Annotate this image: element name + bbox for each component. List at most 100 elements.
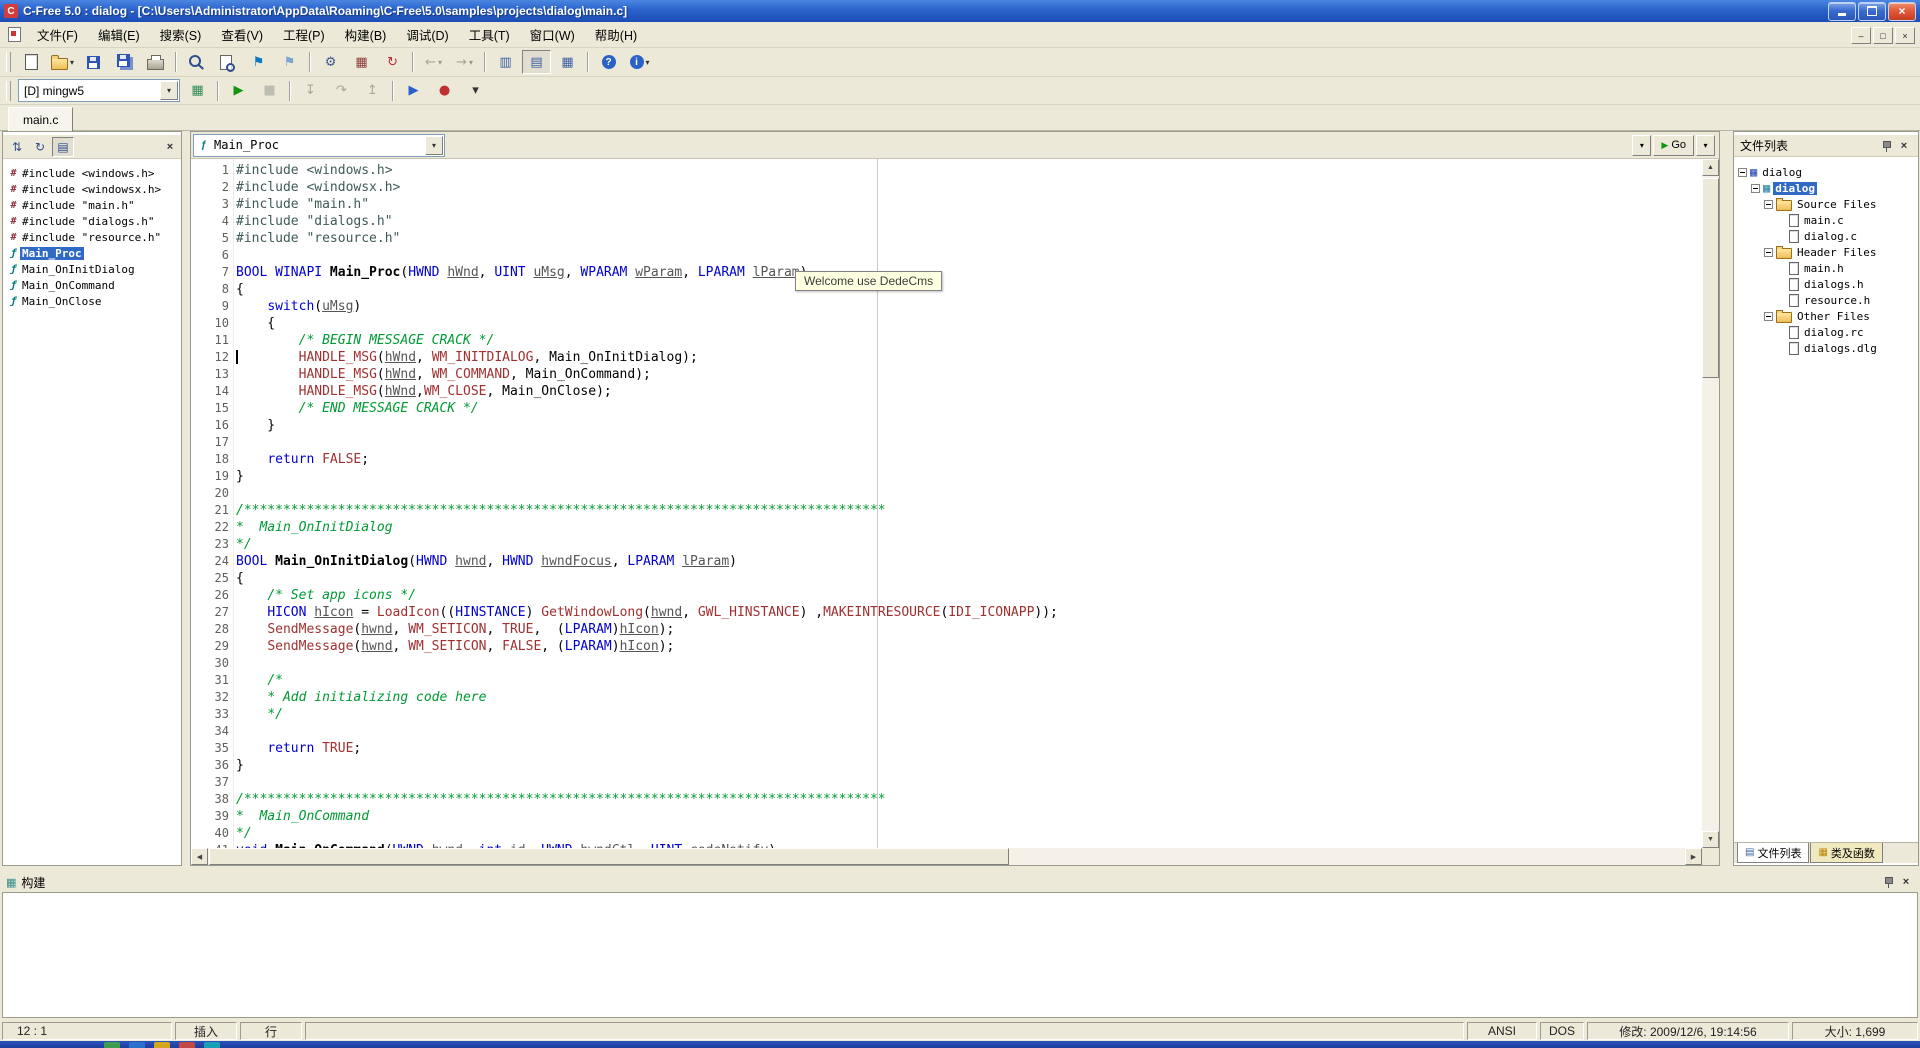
tree-item[interactable]: dialog.rc [1734,324,1918,340]
rebuild-all-button[interactable]: ↻ [378,50,407,74]
tree-item[interactable]: Other Files [1734,308,1918,324]
tree-item[interactable]: main.c [1734,212,1918,228]
symbol-item[interactable]: ##include <windows.h> [3,165,181,181]
build-config-combo[interactable]: [D] mingw5▾ [18,79,180,102]
file-panel-close-button[interactable]: × [1896,138,1912,153]
mdi-restore-button[interactable]: □ [1873,27,1893,44]
toggle-files-panel-button[interactable]: ▤ [522,50,551,74]
symbol-list[interactable]: ##include <windows.h>##include <windowsx… [3,165,181,865]
tree-item[interactable]: main.h [1734,260,1918,276]
open-file-button[interactable]: ▾ [48,50,77,74]
tree-item[interactable]: resource.h [1734,292,1918,308]
tab-main.c[interactable]: main.c [8,107,73,131]
compile-button[interactable]: ⚙ [316,50,345,74]
step-out-button[interactable]: ↥ [358,79,387,103]
expander-icon[interactable] [1751,184,1760,193]
expander-icon[interactable] [1764,312,1773,321]
mdi-minimize-button[interactable]: – [1851,27,1871,44]
pin-icon[interactable] [1882,140,1892,152]
build-panel-close-button[interactable]: × [1898,875,1914,890]
tree-item[interactable]: dialog.c [1734,228,1918,244]
windows-taskbar[interactable] [0,1041,1920,1048]
scroll-right-icon[interactable]: ▶ [1685,848,1702,865]
horizontal-scrollbar[interactable]: ◀ ▶ [191,848,1702,865]
right-splitter[interactable] [1721,131,1732,866]
build-output[interactable] [2,892,1918,1018]
taskbar-icon[interactable] [104,1042,120,1048]
minimize-button[interactable] [1828,2,1856,21]
find-button[interactable] [182,50,211,74]
vertical-scroll-thumb[interactable] [1702,178,1719,378]
start-debug-button[interactable]: ▶ [399,79,428,103]
menu-item[interactable]: 编辑(E) [88,22,150,47]
symbol-dropdown-button[interactable]: ▾ [1632,135,1651,156]
pin-icon[interactable] [1884,876,1894,888]
symbol-item[interactable]: ƒMain_OnInitDialog [3,261,181,277]
find-in-files-button[interactable] [213,50,242,74]
toggle-symbols-panel-button[interactable]: ▥ [491,50,520,74]
new-file-button[interactable] [17,50,46,74]
panel-tab-files[interactable]: ▤文件列表 [1737,843,1809,863]
next-bookmark-button[interactable]: ⚑ [275,50,304,74]
mdi-child-icon[interactable] [8,27,21,42]
symbol-item[interactable]: ##include <windowsx.h> [3,181,181,197]
about-button[interactable]: i▾ [625,50,654,74]
tree-item[interactable]: dialogs.dlg [1734,340,1918,356]
menu-item[interactable]: 工程(P) [273,22,335,47]
save-button[interactable] [79,50,108,74]
step-over-button[interactable]: ↷ [327,79,356,103]
menu-item[interactable]: 窗口(W) [520,22,585,47]
tree-item[interactable]: dialogs.h [1734,276,1918,292]
symbol-item[interactable]: ƒMain_Proc [3,245,181,261]
taskbar-icon[interactable] [179,1042,195,1048]
symbol-item[interactable]: ƒMain_OnClose [3,293,181,309]
maximize-button[interactable] [1858,2,1886,21]
step-into-button[interactable]: ↧ [296,79,325,103]
function-combo[interactable]: ƒ Main_Proc ▾ [193,134,445,157]
horizontal-scroll-thumb[interactable] [209,848,1009,865]
menu-item[interactable]: 查看(V) [211,22,273,47]
symbol-item[interactable]: ##include "resource.h" [3,229,181,245]
tree-item[interactable]: ▦dialog [1734,164,1918,180]
toggle-output-panel-button[interactable]: ▦ [553,50,582,74]
scroll-down-icon[interactable]: ▼ [1702,831,1719,848]
panel-tab-classes[interactable]: ▦类及函数 [1810,843,1882,863]
print-button[interactable] [141,50,170,74]
symbols-refresh-button[interactable]: ↻ [29,137,51,157]
menu-item[interactable]: 工具(T) [459,22,520,47]
vertical-scrollbar[interactable]: ▲ ▼ [1702,159,1719,848]
expander-icon[interactable] [1764,248,1773,257]
menu-item[interactable]: 文件(F) [27,22,88,47]
nav-back-button[interactable]: ←▾ [419,50,448,74]
symbol-item[interactable]: ##include "dialogs.h" [3,213,181,229]
stop-button[interactable]: ■ [255,79,284,103]
menu-item[interactable]: 调试(D) [396,22,458,47]
menu-item[interactable]: 搜索(S) [150,22,212,47]
menu-item[interactable]: 帮助(H) [585,22,647,47]
set-build-config-button[interactable]: ▦ [183,79,212,103]
mdi-close-button[interactable]: × [1895,27,1915,44]
build-button[interactable]: ▦ [347,50,376,74]
symbols-close-button[interactable]: × [162,139,178,154]
close-button[interactable]: × [1888,2,1916,21]
left-splitter[interactable] [182,131,190,866]
code-editor[interactable]: 1#include <windows.h>2#include <windowsx… [191,159,1702,848]
tools-menu-button[interactable]: ▾ [461,79,490,103]
symbols-sort-button[interactable]: ⇅ [6,137,28,157]
symbol-item[interactable]: ƒMain_OnCommand [3,277,181,293]
scroll-up-icon[interactable]: ▲ [1702,159,1719,176]
run-button[interactable]: ▶ [224,79,253,103]
project-file-tree[interactable]: ▦dialog▦dialogSource Filesmain.cdialog.c… [1734,160,1918,841]
tree-item[interactable]: ▦dialog [1734,180,1918,196]
symbols-view-button[interactable]: ▤ [52,137,74,157]
tree-item[interactable]: Source Files [1734,196,1918,212]
toggle-bookmark-button[interactable]: ⚑ [244,50,273,74]
nav-forward-button[interactable]: →▾ [450,50,479,74]
save-all-button[interactable] [110,50,139,74]
toggle-breakpoint-button[interactable]: ● [430,79,459,103]
go-menu-button[interactable]: ▾ [1696,135,1715,156]
expander-icon[interactable] [1738,168,1747,177]
taskbar-icon[interactable] [204,1042,220,1048]
chevron-down-icon[interactable]: ▾ [425,136,443,155]
tree-item[interactable]: Header Files [1734,244,1918,260]
